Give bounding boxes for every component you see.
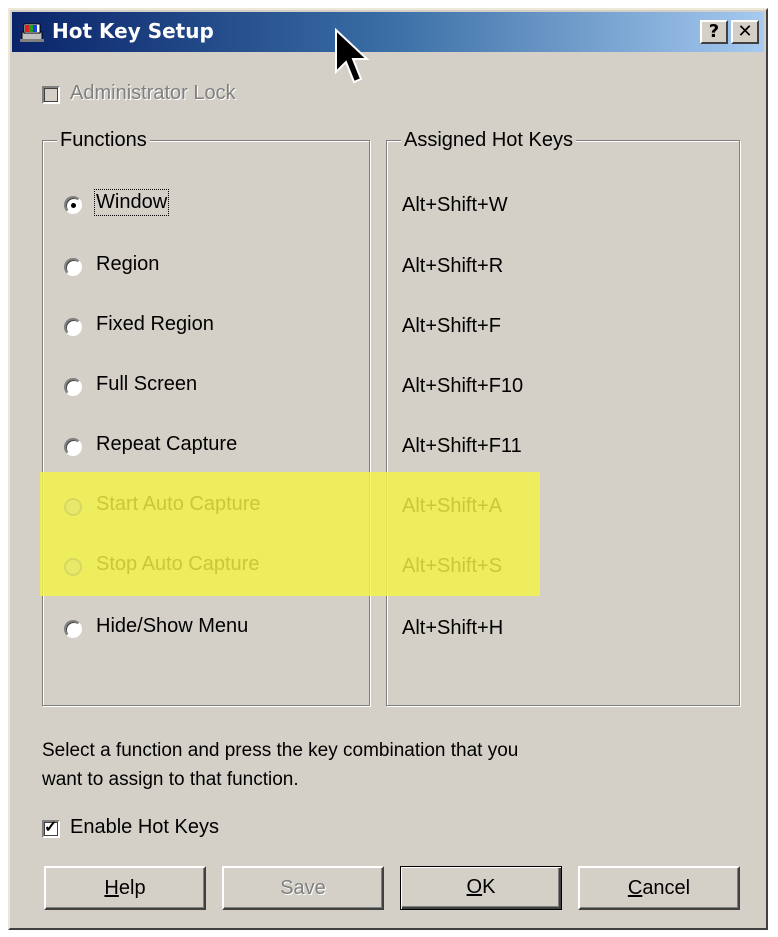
help-mnemonic: H (104, 877, 119, 899)
cancel-mnemonic: C (627, 877, 643, 899)
radio-label-full-screen[interactable]: Full Screen (96, 373, 197, 396)
title-bar[interactable]: Hot Key Setup ? ✕ (12, 12, 764, 52)
radio-start-auto-capture (64, 498, 82, 516)
administrator-lock-checkbox[interactable] (42, 86, 60, 104)
ok-mnemonic: O (466, 876, 483, 898)
instructions-text: Select a function and press the key comb… (42, 736, 642, 794)
administrator-lock-label: Administrator Lock (70, 82, 236, 104)
hot-key-repeat-capture: Alt+Shift+F11 (402, 435, 522, 457)
enable-hot-keys-label[interactable]: Enable Hot Keys (70, 816, 219, 839)
radio-label-fixed-region[interactable]: Fixed Region (96, 313, 214, 336)
hot-key-region: Alt+Shift+R (402, 255, 504, 277)
help-label-rest: elp (118, 877, 146, 899)
enable-hot-keys-checkbox[interactable]: ✓ (42, 819, 60, 838)
cancel-button[interactable]: Cancel (578, 866, 740, 910)
ok-button[interactable]: OK (400, 866, 562, 910)
instructions-line-2: want to assign to that function. (42, 769, 299, 790)
assigned-hot-keys-group-title: Assigned Hot Keys (401, 129, 576, 152)
radio-label-region[interactable]: Region (96, 253, 159, 276)
functions-group-title: Functions (57, 129, 150, 152)
radio-label-start-auto-capture: Start Auto Capture (96, 493, 261, 515)
radio-hide-show-menu[interactable] (64, 620, 82, 638)
radio-label-window[interactable]: Window (93, 189, 170, 216)
close-button[interactable]: ✕ (731, 20, 759, 44)
radio-label-repeat-capture[interactable]: Repeat Capture (96, 433, 237, 456)
radio-window[interactable] (64, 196, 82, 214)
hot-key-fixed-region: Alt+Shift+F (402, 315, 501, 337)
hot-key-window: Alt+Shift+W (402, 194, 508, 216)
save-button[interactable]: Save (222, 866, 384, 910)
cancel-label-rest: ancel (642, 877, 691, 899)
hot-key-setup-dialog: Hot Key Setup ? ✕ Administrator Lock Fun… (8, 8, 768, 930)
radio-stop-auto-capture (64, 558, 82, 576)
hot-key-hide-show-menu: Alt+Shift+H (402, 617, 504, 639)
checkmark-icon: ✓ (44, 819, 58, 836)
radio-repeat-capture[interactable] (64, 438, 82, 456)
ok-label-rest: K (482, 876, 496, 898)
radio-full-screen[interactable] (64, 378, 82, 396)
radio-region[interactable] (64, 258, 82, 276)
help-button[interactable]: Help (44, 866, 206, 910)
mouse-pointer-icon (335, 28, 370, 84)
app-icon (20, 23, 44, 42)
window-title: Hot Key Setup (52, 19, 214, 43)
context-help-button[interactable]: ? (700, 20, 728, 44)
radio-label-stop-auto-capture: Stop Auto Capture (96, 553, 260, 575)
hot-key-start-auto-capture: Alt+Shift+A (402, 495, 503, 517)
radio-label-hide-show-menu[interactable]: Hide/Show Menu (96, 615, 248, 638)
instructions-line-1: Select a function and press the key comb… (42, 740, 519, 761)
hot-key-stop-auto-capture: Alt+Shift+S (402, 555, 503, 577)
radio-fixed-region[interactable] (64, 318, 82, 336)
hot-key-full-screen: Alt+Shift+F10 (402, 375, 524, 397)
